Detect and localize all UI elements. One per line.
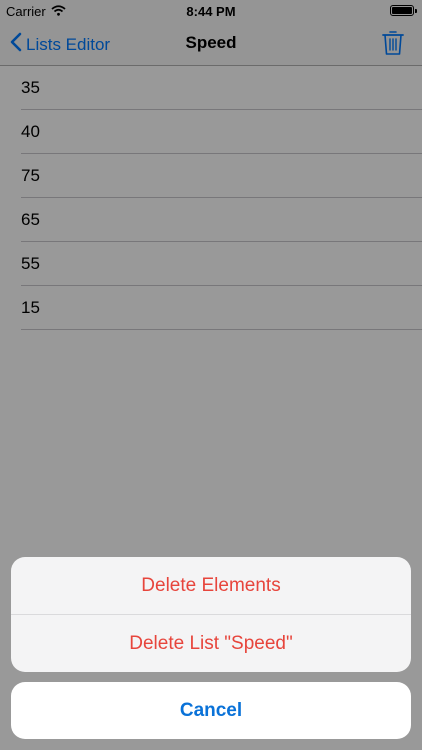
cancel-button[interactable]: Cancel [11,682,411,739]
action-sheet: Delete Elements Delete List "Speed" [11,557,411,672]
delete-list-button[interactable]: Delete List "Speed" [11,615,411,672]
delete-elements-button[interactable]: Delete Elements [11,557,411,614]
app-screen: Carrier 8:44 PM Lists Editor Speed 35 40… [0,0,422,750]
